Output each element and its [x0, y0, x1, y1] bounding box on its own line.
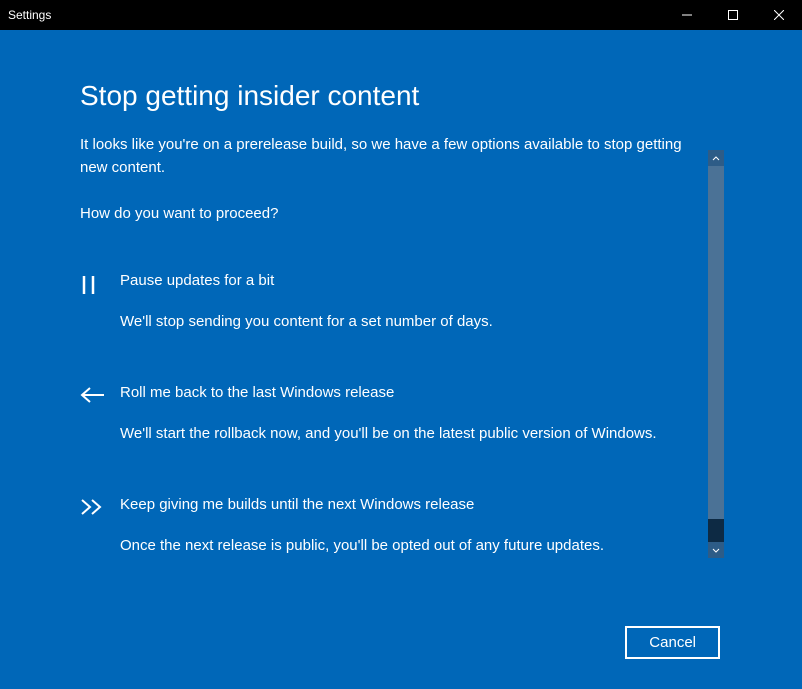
pause-icon	[80, 272, 120, 296]
option-desc: We'll stop sending you content for a set…	[120, 311, 692, 332]
option-body: Roll me back to the last Windows release…	[120, 384, 692, 444]
minimize-button[interactable]	[664, 0, 710, 30]
minimize-icon	[682, 10, 692, 20]
fast-forward-icon	[80, 496, 120, 516]
scrollbar[interactable]	[708, 150, 724, 558]
scrollbar-down-arrow[interactable]	[708, 542, 724, 558]
footer: Cancel	[0, 608, 802, 689]
option-desc: Once the next release is public, you'll …	[120, 535, 692, 556]
arrow-left-icon	[80, 384, 120, 404]
scrollbar-track[interactable]	[708, 166, 724, 542]
option-desc: We'll start the rollback now, and you'll…	[120, 423, 692, 444]
option-keep-builds[interactable]: Keep giving me builds until the next Win…	[80, 496, 722, 556]
maximize-button[interactable]	[710, 0, 756, 30]
option-body: Pause updates for a bit We'll stop sendi…	[120, 272, 692, 332]
titlebar: Settings	[0, 0, 802, 30]
cancel-button[interactable]: Cancel	[625, 626, 720, 659]
close-icon	[774, 10, 784, 20]
scrollbar-thumb[interactable]	[708, 166, 724, 519]
option-title: Roll me back to the last Windows release	[120, 384, 692, 401]
option-pause-updates[interactable]: Pause updates for a bit We'll stop sendi…	[80, 272, 722, 332]
close-button[interactable]	[756, 0, 802, 30]
scrollbar-track-remainder	[708, 519, 724, 542]
prompt-text: How do you want to proceed?	[80, 205, 722, 222]
intro-text: It looks like you're on a prerelease bui…	[80, 134, 722, 179]
option-rollback[interactable]: Roll me back to the last Windows release…	[80, 384, 722, 444]
option-title: Pause updates for a bit	[120, 272, 692, 289]
scrollbar-up-arrow[interactable]	[708, 150, 724, 166]
window-title: Settings	[8, 8, 51, 22]
settings-window: Settings Stop getting insider content It…	[0, 0, 802, 612]
maximize-icon	[728, 10, 738, 20]
titlebar-controls	[664, 0, 802, 30]
option-title: Keep giving me builds until the next Win…	[120, 496, 692, 513]
option-body: Keep giving me builds until the next Win…	[120, 496, 692, 556]
content-area: Stop getting insider content It looks li…	[0, 30, 802, 689]
chevron-down-icon	[712, 548, 720, 553]
chevron-up-icon	[712, 156, 720, 161]
main-content: Stop getting insider content It looks li…	[0, 80, 802, 608]
scrollable-region: It looks like you're on a prerelease bui…	[80, 134, 722, 608]
page-title: Stop getting insider content	[80, 80, 722, 112]
